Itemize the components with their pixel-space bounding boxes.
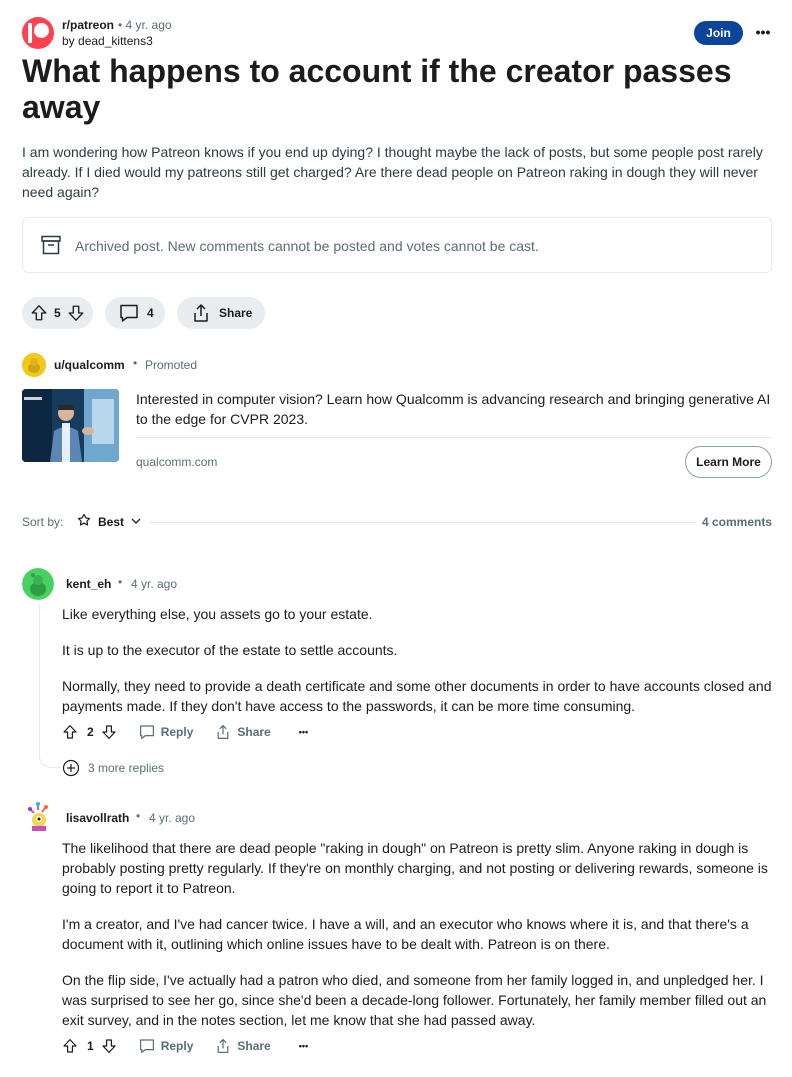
archived-notice: Archived post. New comments cannot be po… [22,217,772,273]
comment-paragraph: The likelihood that there are dead peopl… [62,840,768,896]
comment-age: 4 yr. ago [131,577,178,591]
post-vote-bar: 5 [22,297,93,329]
snoo-avatar-icon [22,353,46,377]
comment-score: 1 [87,1039,94,1053]
comment-actions: 1 Reply Share ••• [62,1037,308,1055]
promoted-divider [136,437,772,438]
post-score: 5 [54,306,61,320]
promoted-avatar[interactable] [22,353,46,377]
snoo-avatar-icon [22,568,54,600]
share-button[interactable]: Share [215,724,271,740]
reply-label: Reply [160,1039,194,1053]
comment-icon [120,304,138,322]
comment-paragraph: It is up to the executor of the estate t… [62,642,398,658]
reply-button[interactable]: Reply [139,724,194,740]
comment-icon [139,725,154,739]
comment-author[interactable]: lisavollrath [66,811,129,825]
comment-paragraph: Normally, they need to provide a death c… [62,678,772,714]
author-prefix: by [62,34,75,48]
chevron-down-icon[interactable] [130,515,142,527]
downvote-icon[interactable] [101,723,117,741]
post-body: I am wondering how Patreon knows if you … [22,144,763,200]
comment-actions: 2 Reply Share ••• [62,723,308,741]
post-age: • 4 yr. ago [118,18,172,32]
subreddit-icon[interactable] [22,17,54,49]
comment-paragraph: I'm a creator, and I've had cancer twice… [62,916,749,952]
avatar[interactable] [22,801,54,833]
archived-notice-text: Archived post. New comments cannot be po… [75,238,539,254]
share-label: Share [237,725,271,739]
promoted-image [22,389,119,462]
promoted-user[interactable]: u/qualcomm [54,358,125,372]
subreddit-name[interactable]: r/patreon [62,18,114,32]
sort-dropdown[interactable]: Best [98,515,124,529]
promoted-domain[interactable]: qualcomm.com [136,455,217,469]
share-icon [217,1039,229,1053]
sort-label: Sort by: [22,515,64,529]
share-icon [194,304,208,322]
post-overflow-menu-button[interactable]: ••• [753,23,773,43]
share-label: Share [237,1039,271,1053]
comment-paragraph: On the flip side, I've actually had a pa… [62,972,767,1028]
archive-icon [41,235,61,255]
upvote-icon[interactable] [62,723,78,741]
join-button[interactable]: Join [694,21,743,45]
comment-overflow-button[interactable]: ••• [299,1041,308,1051]
upvote-icon[interactable] [30,304,48,322]
comment-score: 2 [87,725,94,739]
downvote-icon[interactable] [67,304,85,322]
learn-more-button[interactable]: Learn More [685,446,772,478]
more-replies-button[interactable]: 3 more replies [62,759,164,777]
post-author[interactable]: dead_kittens3 [78,34,153,48]
sort-divider [150,522,696,523]
share-label: Share [219,306,253,320]
downvote-icon[interactable] [101,1037,117,1055]
comment-icon [139,1039,154,1053]
comment-paragraph: Like everything else, you assets go to y… [62,606,373,622]
promoted-thumbnail[interactable] [22,389,119,462]
thread-connector [39,748,61,768]
promoted-label: Promoted [145,358,198,372]
comment-separator: • [118,575,123,589]
more-replies-label: 3 more replies [88,761,165,775]
promoted-text[interactable]: Interested in computer vision? Learn how… [136,389,776,429]
sort-icon[interactable] [77,513,91,527]
post-author-line: by dead_kittens3 [62,34,153,48]
add-circle-icon [62,759,80,777]
share-button[interactable]: Share [215,1038,271,1054]
share-button[interactable]: Share [177,297,265,329]
reply-button[interactable]: Reply [139,1038,194,1054]
thread-line[interactable] [39,604,40,750]
snoo-avatar-icon [22,801,54,833]
avatar[interactable] [22,568,54,600]
comment-author[interactable]: kent_eh [66,577,111,591]
comment-overflow-button[interactable]: ••• [299,727,308,737]
comment-count: 4 [147,306,154,320]
post-title: What happens to account if the creator p… [22,53,732,125]
reply-label: Reply [160,725,194,739]
promoted-separator: • [133,356,138,370]
comment-separator: • [136,809,141,823]
comments-button[interactable]: 4 [105,297,165,329]
comment-count-label: 4 comments [702,515,773,529]
comment-age: 4 yr. ago [149,811,196,825]
share-icon [217,725,229,739]
upvote-icon[interactable] [62,1037,78,1055]
